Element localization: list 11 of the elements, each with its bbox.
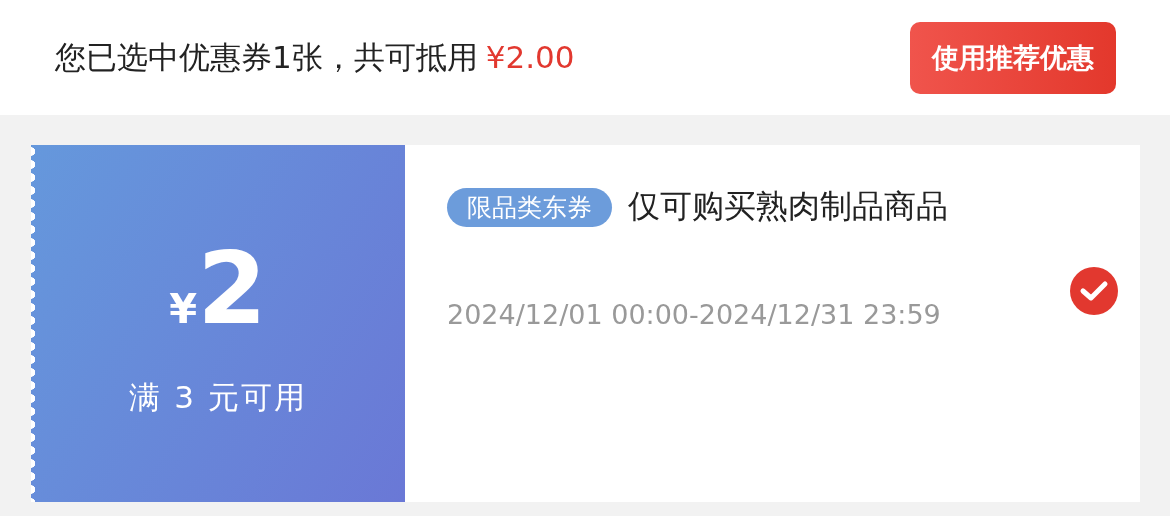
currency-symbol: ¥ xyxy=(169,285,198,332)
check-icon[interactable] xyxy=(1070,267,1118,315)
recommend-button[interactable]: 使用推荐优惠 xyxy=(910,21,1116,94)
coupon-card[interactable]: ¥2 满 3 元可用 限品类东券 仅可购买熟肉制品商品 2024/12/01 00:00-2024/12/31 23:59 xyxy=(31,145,1140,502)
coupon-value: 2 xyxy=(197,238,267,339)
condition-text: 满 3 元可用 xyxy=(129,377,307,417)
summary-text: 您已选中优惠券1张，共可抵用 xyxy=(55,37,478,77)
coupon-description: 仅可购买熟肉制品商品 xyxy=(628,186,948,227)
amount-text: ¥2.00 xyxy=(485,38,575,75)
validity-text: 2024/12/01 00:00-2024/12/31 23:59 xyxy=(447,299,942,330)
category-tag: 限品类东券 xyxy=(447,187,612,227)
